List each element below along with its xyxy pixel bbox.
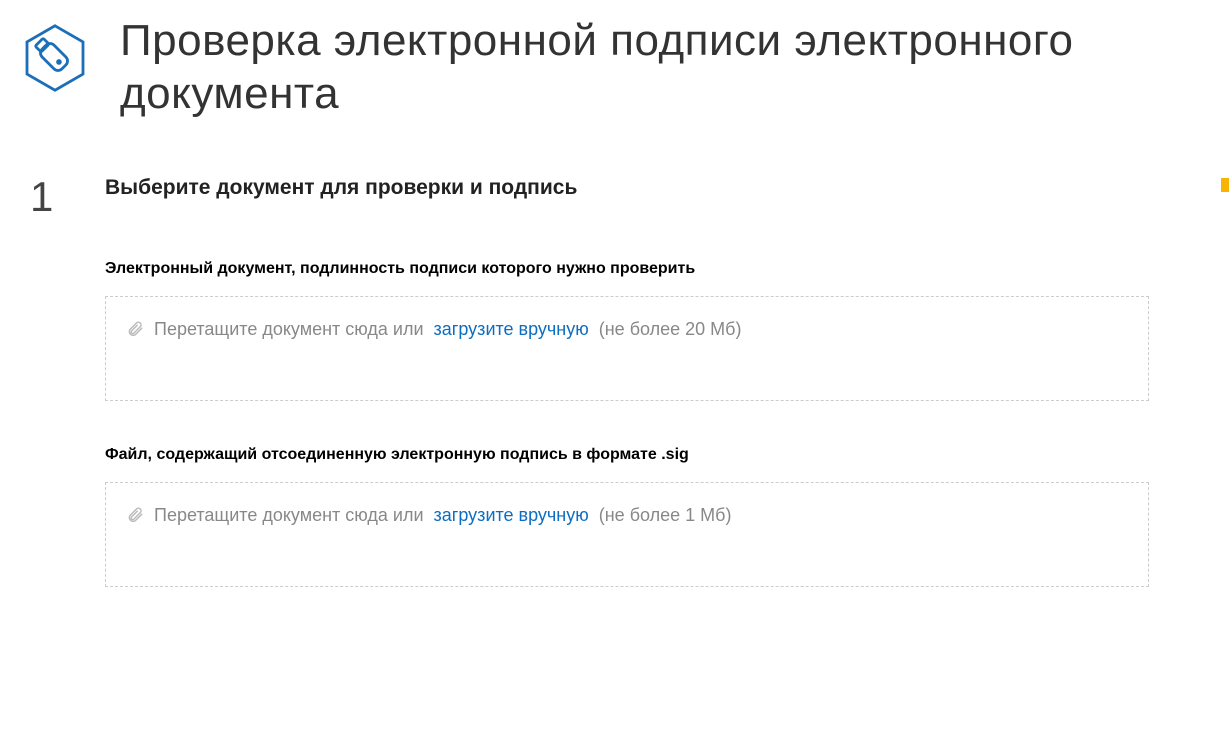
step-content: Выберите документ для проверки и подпись… [105,176,1209,632]
page-title: Проверка электронной подписи электронног… [120,15,1209,121]
size-hint: (не более 20 Мб) [599,319,742,340]
upload-link-signature[interactable]: загрузите вручную [434,505,589,526]
dropzone-inner: Перетащите документ сюда или загрузите в… [126,319,1128,340]
side-marker [1221,178,1229,192]
dropzone-signature[interactable]: Перетащите документ сюда или загрузите в… [105,482,1149,587]
size-hint: (не более 1 Мб) [599,505,732,526]
drop-text: Перетащите документ сюда или [154,319,424,340]
dropzone-inner: Перетащите документ сюда или загрузите в… [126,505,1128,526]
paperclip-icon [126,506,144,524]
paperclip-icon [126,320,144,338]
step-heading: Выберите документ для проверки и подпись [105,176,1149,200]
signature-usb-icon [20,23,90,93]
upload-label-document: Электронный документ, подлинность подпис… [105,260,1149,278]
dropzone-document[interactable]: Перетащите документ сюда или загрузите в… [105,296,1149,401]
page-header: Проверка электронной подписи электронног… [0,0,1229,121]
upload-label-signature: Файл, содержащий отсоединенную электронн… [105,446,1149,464]
drop-text: Перетащите документ сюда или [154,505,424,526]
step-number: 1 [30,176,105,218]
step-section: 1 Выберите документ для проверки и подпи… [0,121,1229,632]
upload-block-signature: Файл, содержащий отсоединенную электронн… [105,446,1149,587]
upload-block-document: Электронный документ, подлинность подпис… [105,260,1149,401]
upload-link-document[interactable]: загрузите вручную [434,319,589,340]
